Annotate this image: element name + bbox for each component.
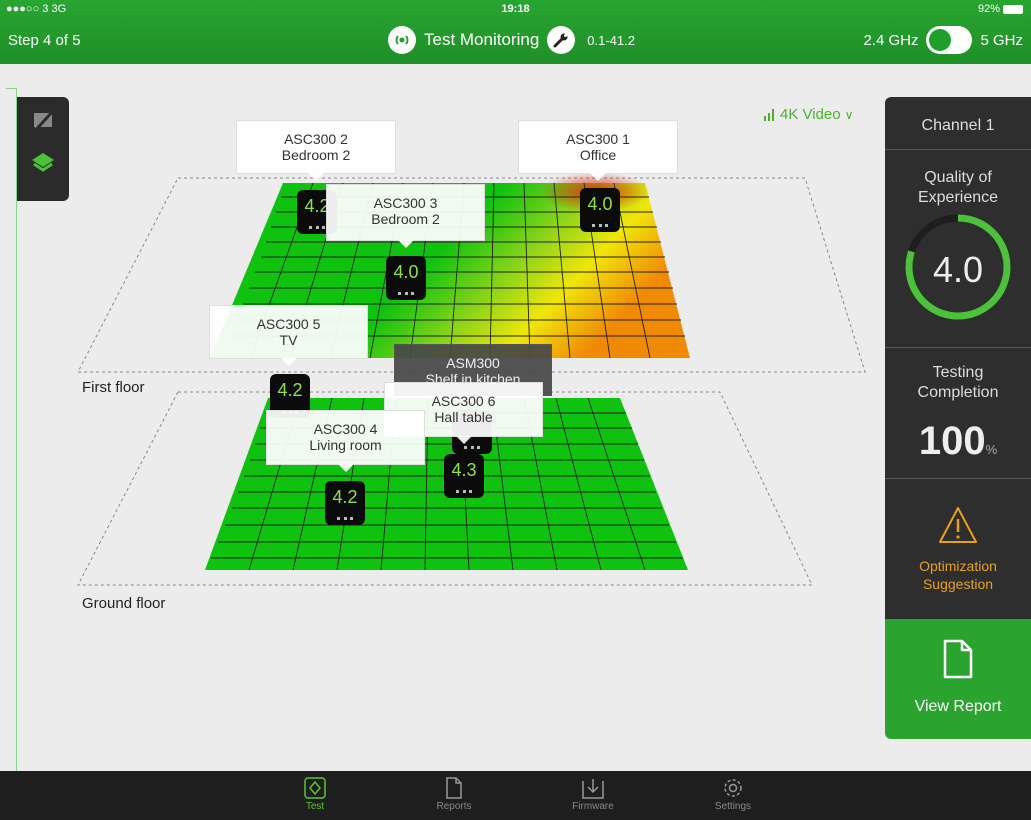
device-room: Living room bbox=[309, 437, 382, 453]
clock: 19:18 bbox=[501, 3, 530, 15]
results-panel: Channel 1 Quality of Experience 4.0 Test… bbox=[885, 97, 1031, 619]
sensor-asc300-6[interactable]: 4.3 bbox=[444, 454, 484, 498]
band-5-label: 5 GHz bbox=[980, 31, 1023, 49]
header: ●●●○○ 3 3G 19:18 92% Step 4 of 5 Test Mo… bbox=[0, 0, 1031, 64]
step-indicator: Step 4 of 5 bbox=[8, 32, 81, 49]
tab-bar: Test Reports Firmware Settings bbox=[0, 771, 1031, 820]
device-tooltip[interactable]: ASC300 3 Bedroom 2 bbox=[326, 184, 485, 248]
toggle-knob bbox=[929, 29, 952, 51]
qoe-label-line2: Experience bbox=[917, 189, 999, 206]
tab-reports[interactable]: Reports bbox=[414, 771, 494, 812]
band-24-label: 2.4 GHz bbox=[863, 31, 919, 49]
tab-settings[interactable]: Settings bbox=[693, 771, 773, 812]
device-name: ASC300 5 bbox=[256, 316, 321, 332]
divider bbox=[885, 149, 1031, 150]
broadcast-icon[interactable] bbox=[388, 26, 416, 54]
test-icon bbox=[304, 777, 326, 799]
channel-label: Channel 1 bbox=[921, 117, 995, 134]
device-tooltip[interactable]: ASC300 4 Living room bbox=[266, 410, 425, 472]
tab-firmware[interactable]: Firmware bbox=[553, 771, 633, 812]
device-room: Bedroom 2 bbox=[281, 147, 351, 163]
tc-label-line2: Completion bbox=[917, 384, 999, 401]
tab-label: Firmware bbox=[572, 801, 614, 812]
sensor-score: 4.2 bbox=[277, 380, 303, 400]
divider bbox=[885, 347, 1031, 348]
device-tooltip[interactable]: ASC300 5 TV bbox=[209, 305, 368, 366]
gear-icon bbox=[724, 779, 742, 797]
device-name: ASC300 1 bbox=[566, 131, 630, 147]
divider bbox=[885, 478, 1031, 479]
optimization-suggestion[interactable]: Optimization Suggestion bbox=[885, 557, 1031, 593]
document-icon bbox=[943, 639, 973, 679]
floor-label-ground: Ground floor bbox=[82, 595, 166, 612]
sensor-asc300-3[interactable]: 4.0 bbox=[386, 256, 426, 300]
battery-percent: 92% bbox=[977, 3, 1000, 15]
battery-status: 92% bbox=[978, 3, 1023, 15]
sensor-asc300-1[interactable]: 4.0 bbox=[580, 188, 620, 232]
device-room: Office bbox=[579, 147, 617, 163]
floor-label-first: First floor bbox=[82, 379, 145, 396]
view-report-label: View Report bbox=[914, 698, 1002, 715]
download-icon bbox=[582, 779, 604, 799]
tc-label-line1: Testing bbox=[932, 364, 984, 381]
opt-line1: Optimization bbox=[919, 558, 997, 574]
device-room: TV bbox=[279, 332, 298, 348]
testing-completion-value: 100% bbox=[885, 419, 1031, 464]
opt-line2: Suggestion bbox=[922, 576, 994, 592]
version-label: 0.1-41.2 bbox=[587, 32, 635, 48]
qoe-label: Quality of Experience bbox=[885, 168, 1031, 208]
device-name: ASC300 4 bbox=[313, 421, 378, 437]
page-title: Test Monitoring bbox=[424, 30, 540, 49]
wrench-icon[interactable] bbox=[547, 26, 576, 54]
sensor-score: 4.0 bbox=[393, 262, 419, 282]
qoe-label-line1: Quality of bbox=[924, 169, 992, 186]
tab-test[interactable]: Test bbox=[275, 771, 355, 812]
band-switch: 2.4 GHz 5 GHz bbox=[863, 26, 1023, 54]
sensor-score: 4.3 bbox=[451, 460, 477, 480]
device-name: ASM300 bbox=[446, 355, 500, 371]
device-name: ASC300 6 bbox=[431, 393, 496, 409]
qoe-value: 4.0 bbox=[932, 249, 984, 290]
sensor-asc300-4[interactable]: 4.2 bbox=[325, 481, 365, 525]
band-toggle[interactable] bbox=[926, 26, 973, 54]
device-tooltip[interactable]: ASC300 1 Office bbox=[518, 120, 678, 181]
tc-number: 100 bbox=[918, 419, 986, 463]
title-group: Test Monitoring 0.1-41.2 bbox=[388, 26, 635, 54]
view-report-button[interactable]: View Report bbox=[885, 619, 1031, 739]
sensor-score: 4.2 bbox=[332, 487, 358, 507]
device-tooltip[interactable]: ASC300 2 Bedroom 2 bbox=[236, 120, 396, 181]
document-icon bbox=[446, 777, 462, 799]
tab-label: Reports bbox=[436, 801, 472, 812]
testing-completion-label: Testing Completion bbox=[885, 363, 1031, 403]
warning-icon[interactable] bbox=[938, 505, 978, 545]
device-name: ASC300 3 bbox=[373, 195, 438, 211]
sensor-score: 4.0 bbox=[587, 194, 613, 214]
tab-label: Settings bbox=[714, 801, 752, 812]
device-room: Bedroom 2 bbox=[371, 211, 440, 227]
battery-icon bbox=[1003, 4, 1023, 14]
tab-label: Test bbox=[305, 801, 325, 812]
device-name: ASC300 2 bbox=[284, 131, 348, 147]
tc-unit: % bbox=[985, 442, 998, 457]
